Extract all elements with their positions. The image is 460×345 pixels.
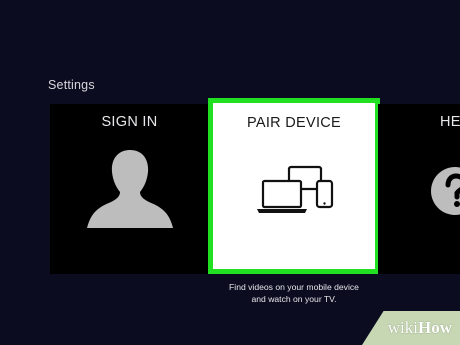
pair-device-label: PAIR DEVICE xyxy=(246,115,342,131)
devices-icon xyxy=(257,165,334,213)
settings-heading: Settings xyxy=(48,78,95,92)
wikihow-logo: wikiHow xyxy=(388,318,452,338)
sign-in-tile[interactable]: SIGN IN xyxy=(50,104,209,274)
person-silhouette-icon xyxy=(87,150,173,228)
watermark-suffix: How xyxy=(418,318,452,337)
help-tile[interactable]: HE xyxy=(378,104,460,274)
help-question-icon xyxy=(431,167,460,215)
pair-device-tile[interactable]: PAIR DEVICE xyxy=(211,101,377,271)
watermark-prefix: wiki xyxy=(387,318,418,337)
description-line-1: Find videos on your mobile device xyxy=(229,282,359,292)
help-label: HE xyxy=(440,114,460,130)
description-line-2: and watch on your TV. xyxy=(251,293,337,304)
pair-device-description: Find videos on your mobile device and wa… xyxy=(200,282,388,305)
sign-in-label: SIGN IN xyxy=(101,114,158,130)
